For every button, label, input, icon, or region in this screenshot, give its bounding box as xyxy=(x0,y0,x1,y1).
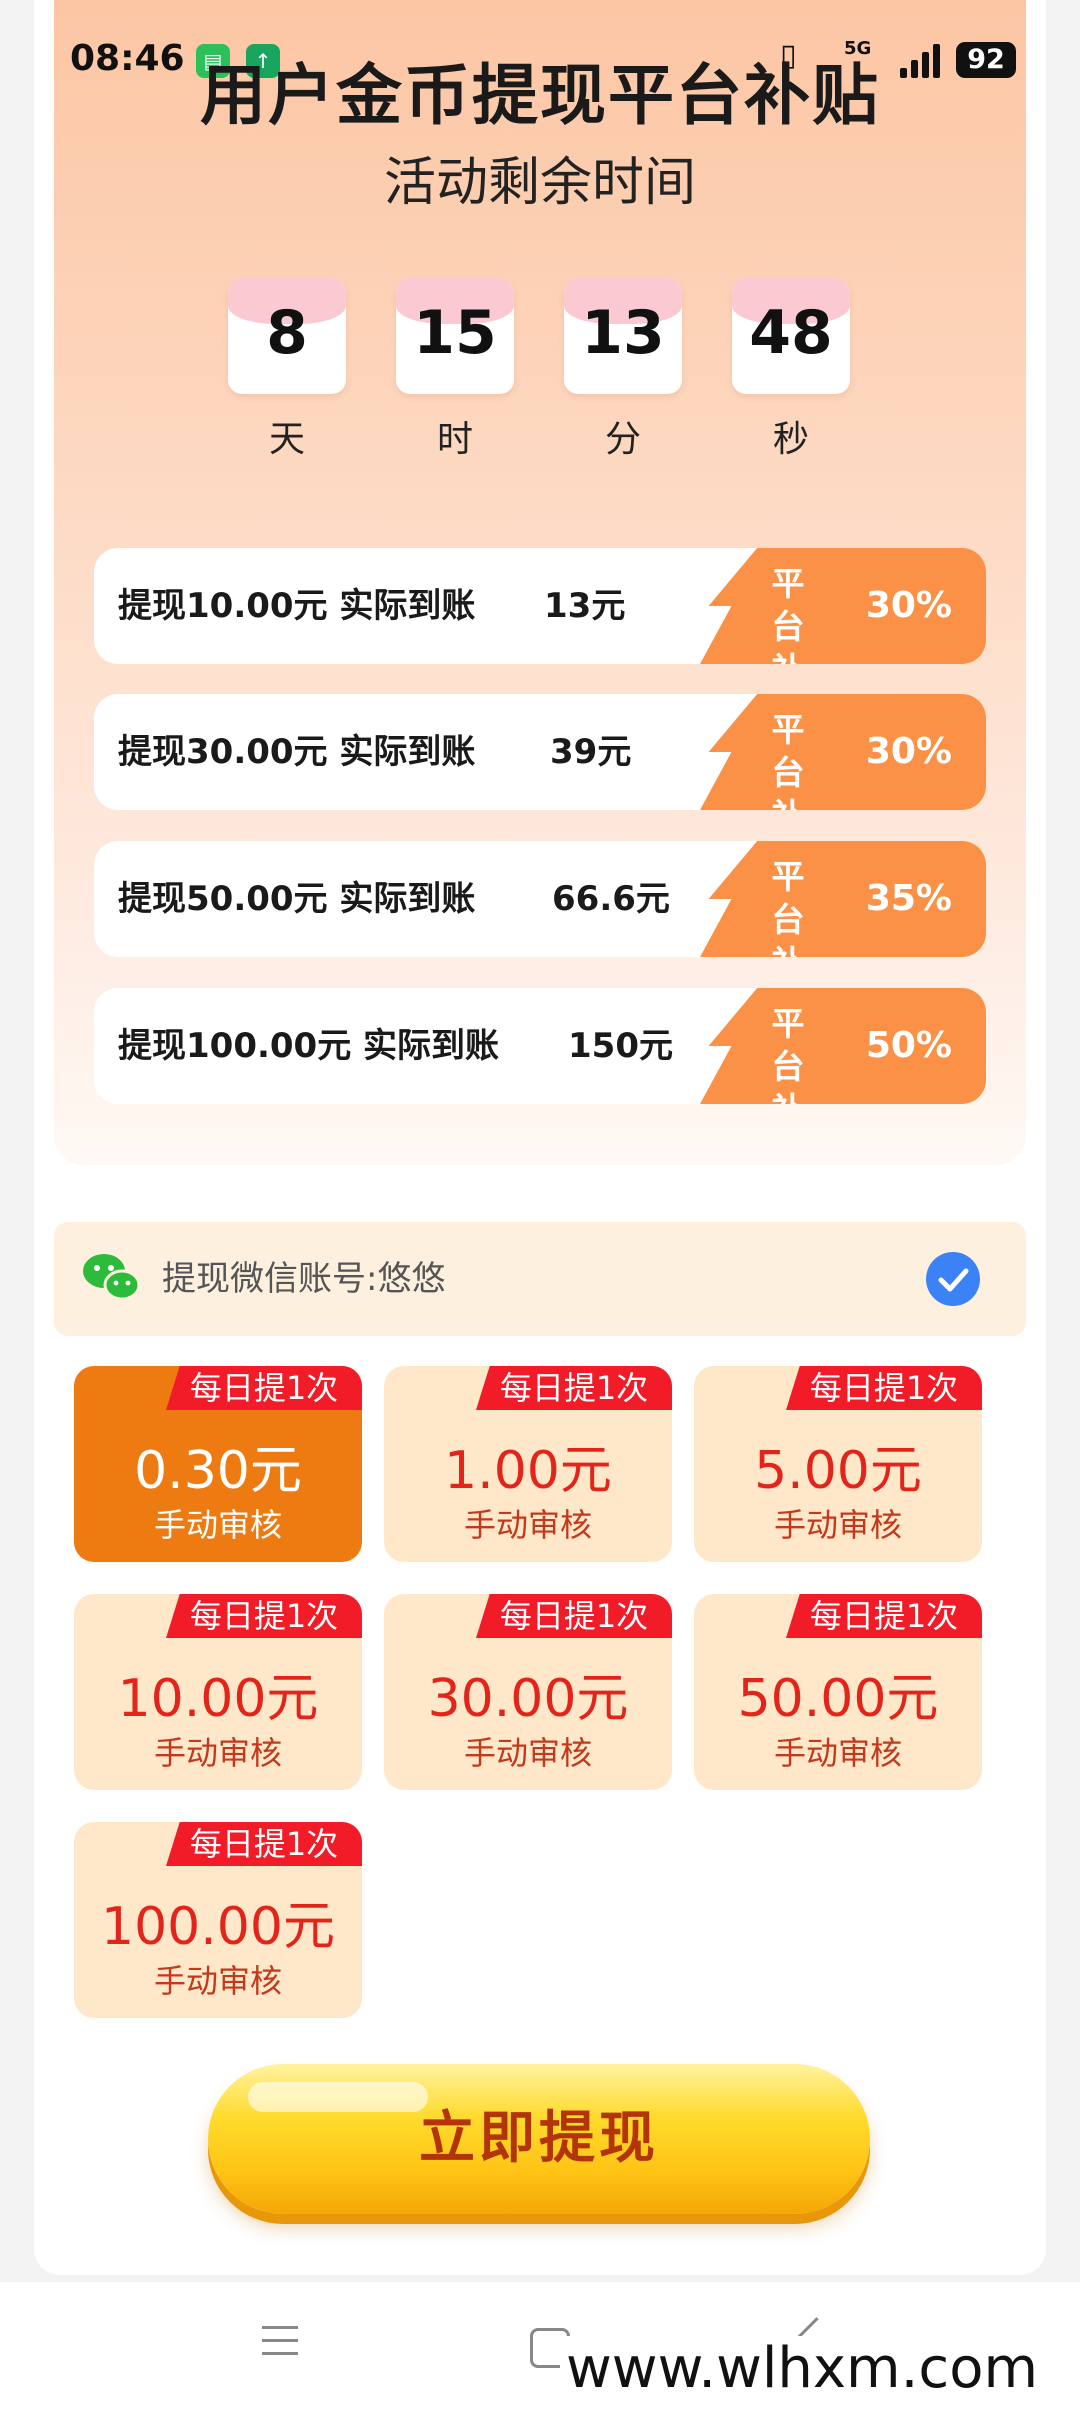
subsidy-badge: 平台补贴 30% xyxy=(700,548,986,664)
subsidy-offer-row: 提现30.00元 实际到账 39元 平台补贴 30% xyxy=(94,694,986,810)
badge-label: 平台补贴 xyxy=(771,710,805,810)
badge-percent: 50% xyxy=(865,1025,952,1066)
option-review-type: 手动审核 xyxy=(153,1962,282,2000)
subsidy-badge: 平台补贴 50% xyxy=(700,988,986,1104)
countdown-unit-days: 天 xyxy=(268,419,305,460)
withdraw-option[interactable]: 每日提1次 100.00元 手动审核 xyxy=(74,1822,362,2018)
wechat-icon xyxy=(83,1254,140,1301)
offer-actual-amount: 66.6元 xyxy=(552,879,670,919)
option-amount: 5.00元 xyxy=(754,1441,922,1501)
badge-percent: 30% xyxy=(865,585,952,626)
subsidy-offer-row: 提现100.00元 实际到账 150元 平台补贴 50% xyxy=(94,988,986,1104)
option-review-type: 手动审核 xyxy=(773,1734,902,1772)
countdown-unit-hours: 时 xyxy=(436,419,473,460)
option-review-type: 手动审核 xyxy=(773,1506,902,1544)
withdraw-now-label: 立即提现 xyxy=(419,2106,659,2171)
option-amount: 0.30元 xyxy=(134,1441,302,1501)
withdraw-option[interactable]: 每日提1次 30.00元 手动审核 xyxy=(384,1594,672,1790)
page-title: 用户金币提现平台补贴 xyxy=(200,57,880,134)
option-amount: 30.00元 xyxy=(427,1669,629,1729)
option-review-type: 手动审核 xyxy=(463,1506,592,1544)
daily-limit-tag: 每日提1次 xyxy=(786,1366,982,1410)
withdraw-option[interactable]: 每日提1次 5.00元 手动审核 xyxy=(694,1366,982,1562)
daily-limit-tag: 每日提1次 xyxy=(476,1594,672,1638)
badge-percent: 30% xyxy=(865,731,952,772)
subsidy-offer-row: 提现10.00元 实际到账 13元 平台补贴 30% xyxy=(94,548,986,664)
option-amount: 100.00元 xyxy=(101,1897,335,1957)
countdown-unit-seconds: 秒 xyxy=(772,419,809,460)
wechat-account-row[interactable]: 提现微信账号:悠悠 xyxy=(54,1222,1026,1336)
offer-actual-amount: 39元 xyxy=(550,732,632,772)
countdown-hours: 15 xyxy=(396,278,514,394)
option-review-type: 手动审核 xyxy=(153,1734,282,1772)
option-review-type: 手动审核 xyxy=(463,1734,592,1772)
subsidy-offer-row: 提现50.00元 实际到账 66.6元 平台补贴 35% xyxy=(94,841,986,957)
daily-limit-tag: 每日提1次 xyxy=(476,1366,672,1410)
withdraw-option[interactable]: 每日提1次 50.00元 手动审核 xyxy=(694,1594,982,1790)
offer-description: 提现30.00元 实际到账 xyxy=(118,732,476,772)
badge-label: 平台补贴 xyxy=(771,857,805,957)
countdown-caption: 活动剩余时间 xyxy=(383,153,696,213)
badge-label: 平台补贴 xyxy=(771,1004,805,1104)
checkmark-icon[interactable] xyxy=(926,1252,980,1306)
badge-label: 平台补贴 xyxy=(771,564,805,664)
daily-limit-tag: 每日提1次 xyxy=(166,1822,362,1866)
option-review-type: 手动审核 xyxy=(153,1506,282,1544)
withdraw-option[interactable]: 每日提1次 0.30元 手动审核 xyxy=(74,1366,362,1562)
offer-description: 提现50.00元 实际到账 xyxy=(118,879,476,919)
recent-apps-icon[interactable] xyxy=(262,2326,298,2356)
badge-percent: 35% xyxy=(865,878,952,919)
countdown-seconds: 48 xyxy=(732,278,850,394)
option-amount: 10.00元 xyxy=(117,1669,319,1729)
subsidy-badge: 平台补贴 30% xyxy=(700,694,986,810)
watermark-text: www.wlhxm.com xyxy=(560,2336,1045,2401)
daily-limit-tag: 每日提1次 xyxy=(166,1594,362,1638)
offer-description: 提现10.00元 实际到账 xyxy=(118,586,476,626)
daily-limit-tag: 每日提1次 xyxy=(786,1594,982,1638)
countdown-days: 8 xyxy=(228,278,346,394)
withdraw-now-button[interactable]: 立即提现 xyxy=(208,2064,870,2214)
offer-actual-amount: 13元 xyxy=(544,586,626,626)
wechat-account-label: 提现微信账号:悠悠 xyxy=(162,1259,446,1299)
option-amount: 50.00元 xyxy=(737,1669,939,1729)
countdown-minutes: 13 xyxy=(564,278,682,394)
daily-limit-tag: 每日提1次 xyxy=(166,1366,362,1410)
offer-actual-amount: 150元 xyxy=(568,1026,673,1066)
option-amount: 1.00元 xyxy=(444,1441,612,1501)
withdraw-option[interactable]: 每日提1次 1.00元 手动审核 xyxy=(384,1366,672,1562)
offer-description: 提现100.00元 实际到账 xyxy=(118,1026,500,1066)
withdraw-option[interactable]: 每日提1次 10.00元 手动审核 xyxy=(74,1594,362,1790)
countdown-unit-minutes: 分 xyxy=(604,419,641,460)
subsidy-badge: 平台补贴 35% xyxy=(700,841,986,957)
